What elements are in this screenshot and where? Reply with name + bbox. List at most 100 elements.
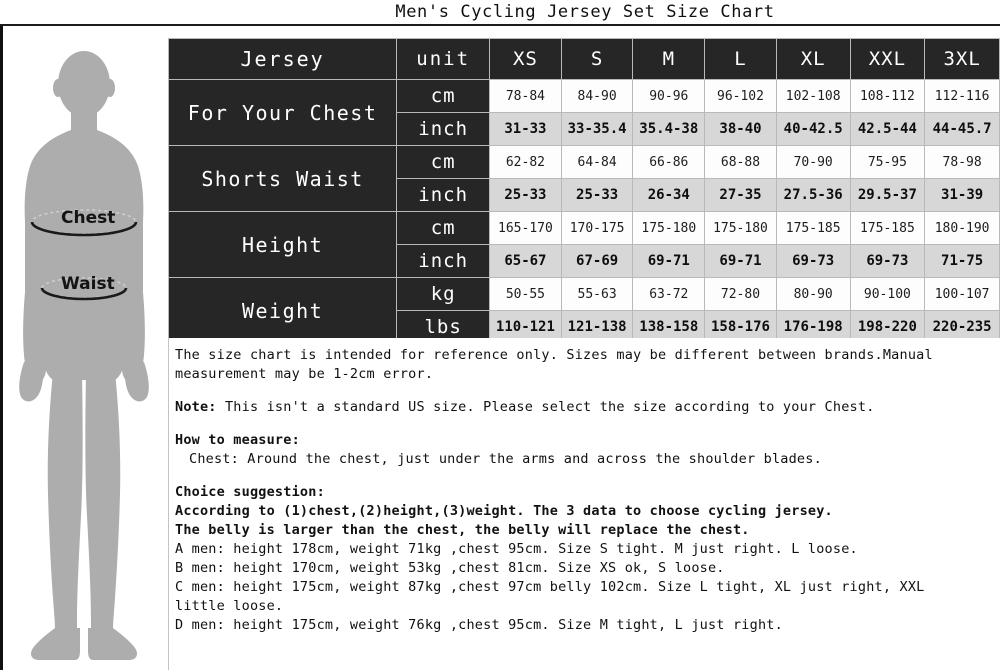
value-cell: 65-67 bbox=[489, 244, 562, 278]
value-cell: 75-95 bbox=[849, 145, 926, 179]
choice-suggestion-line-1: According to (1)chest,(2)height,(3)weigh… bbox=[175, 503, 833, 519]
example-b-men: B men: height 170cm, weight 53kg ,chest … bbox=[175, 560, 725, 576]
value-cell: 72-80 bbox=[704, 277, 777, 311]
value-cell: 55-63 bbox=[560, 277, 634, 311]
example-c-men: C men: height 175cm, weight 87kg ,chest … bbox=[175, 579, 925, 614]
value-cell: 35.4-38 bbox=[632, 112, 706, 146]
header-size-l: L bbox=[704, 38, 777, 80]
notes-section: The size chart is intended for reference… bbox=[168, 338, 1000, 670]
value-cell: 64-84 bbox=[560, 145, 634, 179]
value-cell: 31-33 bbox=[489, 112, 562, 146]
choice-suggestion-line-2: The belly is larger than the chest, the … bbox=[175, 522, 750, 538]
how-to-measure-chest: Chest: Around the chest, just under the … bbox=[189, 451, 822, 467]
value-cell: 175-180 bbox=[704, 211, 777, 245]
header-size-3xl: 3XL bbox=[924, 38, 1000, 80]
example-a-men: A men: height 178cm, weight 71kg ,chest … bbox=[175, 541, 858, 557]
value-cell: 38-40 bbox=[704, 112, 777, 146]
unit-cell-0-1: inch bbox=[396, 112, 491, 146]
value-cell: 66-86 bbox=[632, 145, 706, 179]
table-row: Height cm 165-170 170-175 175-180 175-180 175-… bbox=[167, 211, 1000, 278]
value-cell: 165-170 bbox=[489, 211, 562, 245]
header-size-m: M bbox=[632, 38, 706, 80]
note-prefix-label: Note: bbox=[175, 399, 217, 415]
value-cell: 29.5-37 bbox=[849, 178, 926, 212]
value-cell: 69-73 bbox=[775, 244, 851, 278]
value-cell: 25-33 bbox=[489, 178, 562, 212]
unit-cell-2-1: inch bbox=[396, 244, 491, 278]
value-cell: 180-190 bbox=[924, 211, 1000, 245]
value-cell: 170-175 bbox=[560, 211, 634, 245]
value-cell: 69-71 bbox=[704, 244, 777, 278]
chest-measure-label: Chest bbox=[61, 208, 116, 228]
page-title: Men's Cycling Jersey Set Size Chart bbox=[395, 2, 775, 22]
value-cell: 67-69 bbox=[560, 244, 634, 278]
value-cell: 175-185 bbox=[849, 211, 926, 245]
header-size-xl: XL bbox=[775, 38, 851, 80]
value-cell: 25-33 bbox=[560, 178, 634, 212]
value-cell: 69-73 bbox=[849, 244, 926, 278]
value-cell: 27-35 bbox=[704, 178, 777, 212]
unit-cell-2-0: cm bbox=[396, 211, 491, 245]
value-cell: 62-82 bbox=[489, 145, 562, 179]
row-label-2: Height bbox=[167, 211, 398, 278]
body-silhouette-figure: Chest Waist bbox=[3, 26, 165, 670]
note-disclaimer: The size chart is intended for reference… bbox=[175, 347, 933, 382]
header-size-xs: XS bbox=[489, 38, 562, 80]
size-chart-table: Jersey unit XS S M L XL XXL 3XL For Your… bbox=[167, 38, 1000, 344]
value-cell: 90-96 bbox=[632, 79, 706, 113]
header-size-s: S bbox=[560, 38, 634, 80]
table-row: Weight kg 50-55 55-63 63-72 72-80 80-90 90-100 1… bbox=[167, 277, 1000, 344]
value-cell: 112-116 bbox=[924, 79, 1000, 113]
value-cell: 80-90 bbox=[775, 277, 851, 311]
example-d-men: D men: height 175cm, weight 76kg ,chest … bbox=[175, 617, 783, 633]
value-cell: 70-90 bbox=[775, 145, 851, 179]
value-cell: 42.5-44 bbox=[849, 112, 926, 146]
value-cell: 69-71 bbox=[632, 244, 706, 278]
row-label-0: For Your Chest bbox=[167, 79, 398, 146]
table-header-row: Jersey unit XS S M L XL XXL 3XL bbox=[167, 38, 1000, 80]
chart-title-bar: Men's Cycling Jersey Set Size Chart bbox=[170, 0, 1000, 24]
choice-suggestion-heading: Choice suggestion: bbox=[175, 484, 325, 500]
value-cell: 26-34 bbox=[632, 178, 706, 212]
note-us-size: Note: This isn't a standard US size. Ple… bbox=[175, 398, 996, 417]
value-cell: 31-39 bbox=[924, 178, 1000, 212]
size-chart-page: Men's Cycling Jersey Set Size Chart Ches… bbox=[0, 0, 1000, 670]
table-row: For Your Chest cm 78-84 84-90 90-96 96-102 102… bbox=[167, 79, 1000, 146]
value-cell: 63-72 bbox=[632, 277, 706, 311]
row-label-3: Weight bbox=[167, 277, 398, 344]
header-jersey: Jersey bbox=[167, 38, 398, 80]
value-cell: 50-55 bbox=[489, 277, 562, 311]
header-unit: unit bbox=[396, 38, 491, 80]
table-row: Shorts Waist cm 62-82 64-84 66-86 68-88 70-90 7… bbox=[167, 145, 1000, 212]
value-cell: 40-42.5 bbox=[775, 112, 851, 146]
value-cell: 44-45.7 bbox=[924, 112, 1000, 146]
unit-cell-0-0: cm bbox=[396, 79, 491, 113]
value-cell: 33-35.4 bbox=[560, 112, 634, 146]
waist-measure-label: Waist bbox=[61, 274, 115, 294]
value-cell: 84-90 bbox=[560, 79, 634, 113]
unit-cell-3-0: kg bbox=[396, 277, 491, 311]
value-cell: 100-107 bbox=[924, 277, 1000, 311]
value-cell: 78-98 bbox=[924, 145, 1000, 179]
table-body: For Your Chest cm 78-84 84-90 90-96 96-102 102… bbox=[167, 79, 1000, 344]
value-cell: 108-112 bbox=[849, 79, 926, 113]
unit-cell-1-1: inch bbox=[396, 178, 491, 212]
value-cell: 78-84 bbox=[489, 79, 562, 113]
value-cell: 96-102 bbox=[704, 79, 777, 113]
value-cell: 175-185 bbox=[775, 211, 851, 245]
value-cell: 90-100 bbox=[849, 277, 926, 311]
note-body-text: This isn't a standard US size. Please se… bbox=[216, 399, 875, 415]
how-to-measure-heading: How to measure: bbox=[175, 432, 300, 448]
value-cell: 68-88 bbox=[704, 145, 777, 179]
unit-cell-1-0: cm bbox=[396, 145, 491, 179]
value-cell: 175-180 bbox=[632, 211, 706, 245]
header-size-xxl: XXL bbox=[849, 38, 926, 80]
body-figure-panel: Chest Waist bbox=[3, 26, 165, 670]
value-cell: 71-75 bbox=[924, 244, 1000, 278]
value-cell: 27.5-36 bbox=[775, 178, 851, 212]
row-label-1: Shorts Waist bbox=[167, 145, 398, 212]
body-silhouette-icon bbox=[19, 51, 149, 660]
